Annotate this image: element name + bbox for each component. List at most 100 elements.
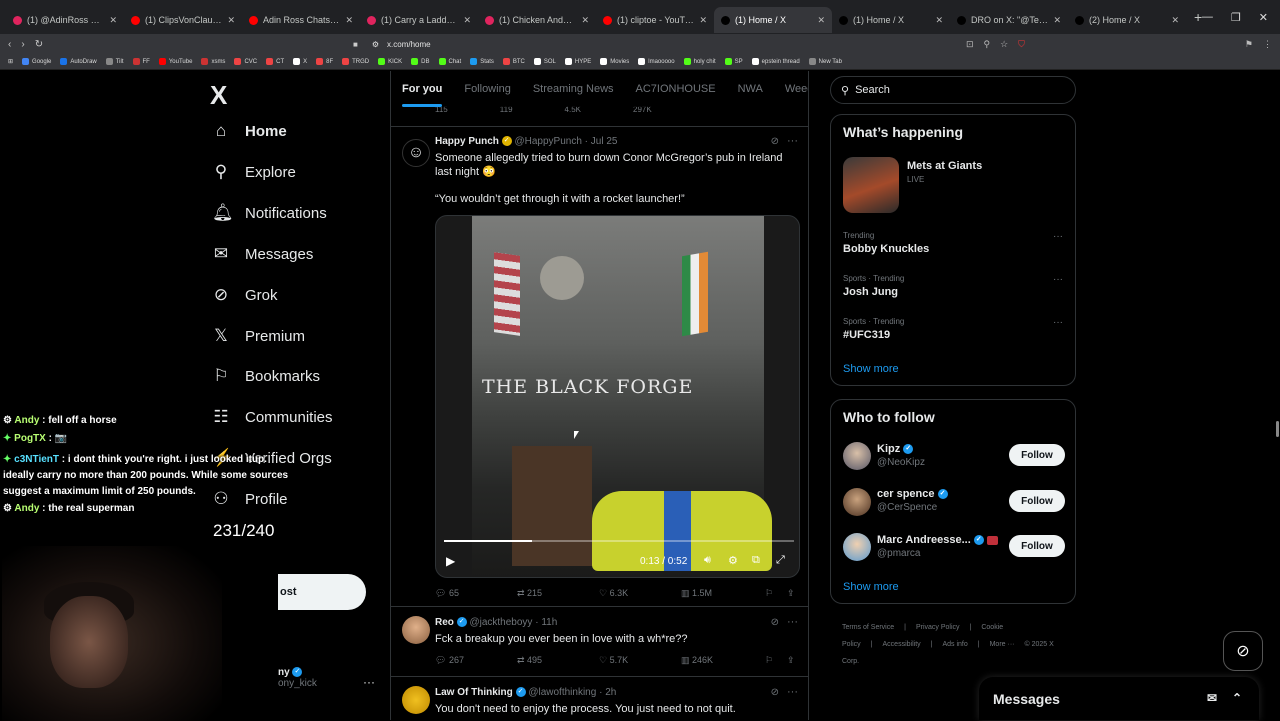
- close-tab-icon[interactable]: ✕: [345, 15, 353, 26]
- screenshot-icon[interactable]: ⊡: [966, 39, 974, 50]
- browser-tab[interactable]: (1) @AdinRoss & @LucyHimself H... ✕: [6, 7, 124, 33]
- search-input[interactable]: ⚲ Search: [830, 76, 1076, 104]
- tweet[interactable]: Reo ✓ @jacktheboyy · 11h ⊘ ··· Fck a bre…: [391, 606, 808, 676]
- restore-icon[interactable]: ❐: [1231, 11, 1241, 24]
- browser-tab[interactable]: (1) Carry a Ladder can get you any... ✕: [360, 7, 478, 33]
- tab-nwa[interactable]: NWA: [738, 83, 763, 95]
- account-more-icon[interactable]: ···: [363, 675, 375, 689]
- star-icon[interactable]: ☆: [1000, 39, 1008, 50]
- nav-item-notifications[interactable]: 🔔︎ Notifications: [212, 203, 327, 223]
- fullscreen-icon[interactable]: ⤢: [776, 554, 785, 567]
- browser-tab[interactable]: (1) cliptoe - YouTube ✕: [596, 7, 714, 33]
- bookmark-item[interactable]: holy chit: [683, 58, 716, 65]
- bookmark-item[interactable]: SOL: [533, 58, 556, 65]
- bookmark-item[interactable]: BTC: [502, 58, 525, 65]
- tweet[interactable]: Law Of Thinking ✓ @lawofthinking · 2h ⊘ …: [391, 676, 808, 720]
- footer-link[interactable]: Ads info: [942, 641, 967, 648]
- bookmark-icon[interactable]: ⚐: [765, 655, 773, 666]
- tab-streaming-news[interactable]: Streaming News: [533, 83, 614, 95]
- browser-tab[interactable]: Adin Ross Chats With Eddie Traini... ✕: [242, 7, 360, 33]
- browser-tab[interactable]: (1) Chicken Andy makes his girlfrie... ✕: [478, 7, 596, 33]
- url-field[interactable]: ■ ⚙ x.com/home: [353, 40, 966, 49]
- close-tab-icon[interactable]: ✕: [1171, 15, 1179, 26]
- tab-weed[interactable]: Weed: [785, 83, 808, 95]
- site-info-icon[interactable]: ⚙: [372, 40, 379, 49]
- grok-button[interactable]: ⊘: [1223, 631, 1263, 671]
- author-name[interactable]: Happy Punch: [435, 136, 499, 147]
- back-icon[interactable]: ‹: [8, 39, 11, 50]
- tweet-video[interactable]: THE BLACK FORGE ▶ 0:13 / 0:52 🔊︎ ⚙ ⧉ ⤢: [435, 215, 800, 578]
- bookmark-item[interactable]: CT: [266, 58, 284, 65]
- author-handle[interactable]: @jacktheboyy: [469, 617, 532, 628]
- bookmark-item[interactable]: epstein thread: [751, 58, 800, 65]
- grok-icon[interactable]: ⊘: [771, 136, 779, 147]
- play-icon[interactable]: ▶: [446, 554, 455, 568]
- nav-item-home[interactable]: ⌂ Home: [212, 121, 287, 141]
- scrollbar[interactable]: [1276, 421, 1279, 437]
- forward-icon[interactable]: ›: [21, 39, 24, 50]
- video-frame[interactable]: THE BLACK FORGE: [472, 216, 772, 577]
- tweet-time[interactable]: Jul 25: [591, 136, 618, 147]
- avatar[interactable]: [843, 533, 871, 561]
- bookmark-item[interactable]: SP: [724, 58, 743, 65]
- bookmark-item[interactable]: Chat: [438, 58, 461, 65]
- footer-link[interactable]: Terms of Service: [842, 624, 894, 631]
- share-icon[interactable]: ⇪: [787, 588, 795, 599]
- reply-button[interactable]: 💬︎ 65: [435, 588, 459, 599]
- nav-item-explore[interactable]: ⚲ Explore: [212, 162, 296, 182]
- close-tab-icon[interactable]: ✕: [1053, 15, 1061, 26]
- x-logo[interactable]: X: [210, 80, 227, 111]
- more-icon[interactable]: ···: [1053, 317, 1063, 328]
- apps-icon[interactable]: ⊞: [8, 58, 13, 65]
- bookmark-item[interactable]: New Tab: [808, 58, 842, 65]
- browser-tab[interactable]: (2) Home / X ✕: [1068, 7, 1186, 33]
- close-tab-icon[interactable]: ✕: [817, 15, 825, 26]
- close-tab-icon[interactable]: ✕: [699, 15, 707, 26]
- reload-icon[interactable]: ↻: [35, 39, 43, 50]
- footer-link[interactable]: More ···: [990, 641, 1015, 648]
- bookmark-item[interactable]: CVC: [234, 58, 257, 65]
- avatar[interactable]: [402, 616, 430, 644]
- author-name[interactable]: Law Of Thinking: [435, 687, 513, 698]
- bookmark-item[interactable]: YouTube: [158, 58, 192, 65]
- repost-button[interactable]: ⇄ 215: [517, 588, 542, 599]
- event-image[interactable]: [843, 157, 899, 213]
- browser-tab[interactable]: (1) Home / X ✕: [832, 7, 950, 33]
- extension-icon[interactable]: ⚑: [1245, 39, 1253, 50]
- browser-tab[interactable]: (1) ClipsVonClaus - YouTube ✕: [124, 7, 242, 33]
- close-tab-icon[interactable]: ✕: [227, 15, 235, 26]
- author-handle[interactable]: @HappyPunch: [514, 136, 581, 147]
- grok-icon[interactable]: ⊘: [771, 617, 779, 628]
- like-button[interactable]: ♡ 5.7K: [599, 655, 628, 666]
- nav-item-premium[interactable]: 𝕏 Premium: [212, 326, 305, 346]
- url-text[interactable]: x.com/home: [387, 40, 431, 49]
- close-tab-icon[interactable]: ✕: [109, 15, 117, 26]
- tweet-time[interactable]: 2h: [605, 687, 616, 698]
- show-more-link[interactable]: Show more: [843, 363, 899, 375]
- bookmark-item[interactable]: DB: [411, 58, 430, 65]
- tab-ac7ionhouse[interactable]: AC7IONHOUSE: [636, 83, 716, 95]
- more-icon[interactable]: ···: [787, 616, 798, 628]
- shield-icon[interactable]: ⛉: [1018, 39, 1025, 50]
- avatar[interactable]: [843, 488, 871, 516]
- avatar[interactable]: ☺: [402, 139, 430, 167]
- bookmark-item[interactable]: lmaooooo: [638, 58, 675, 65]
- bookmark-item[interactable]: FF: [132, 58, 150, 65]
- more-icon[interactable]: ···: [787, 686, 798, 698]
- bookmark-item[interactable]: Movies: [600, 58, 629, 65]
- menu-icon[interactable]: ⋮: [1263, 39, 1272, 50]
- close-tab-icon[interactable]: ✕: [581, 15, 589, 26]
- views-button[interactable]: ▥ 1.5M: [681, 588, 712, 599]
- settings-icon[interactable]: ⚙: [728, 554, 738, 567]
- bookmark-item[interactable]: X: [293, 58, 307, 65]
- minimize-icon[interactable]: —: [1202, 11, 1213, 23]
- bookmark-item[interactable]: HYPE: [564, 58, 591, 65]
- bookmark-item[interactable]: KICK: [378, 58, 402, 65]
- browser-tab[interactable]: DRO on X: "@Tectone @grok ... ✕: [950, 7, 1068, 33]
- share-icon[interactable]: ⇪: [787, 655, 795, 666]
- bookmark-item[interactable]: Tilt: [105, 58, 124, 65]
- zoom-icon[interactable]: ⚲: [983, 39, 990, 50]
- grok-icon[interactable]: ⊘: [771, 687, 779, 698]
- nav-item-grok[interactable]: ⊘ Grok: [212, 285, 278, 305]
- nav-item-messages[interactable]: ✉ Messages: [212, 244, 314, 264]
